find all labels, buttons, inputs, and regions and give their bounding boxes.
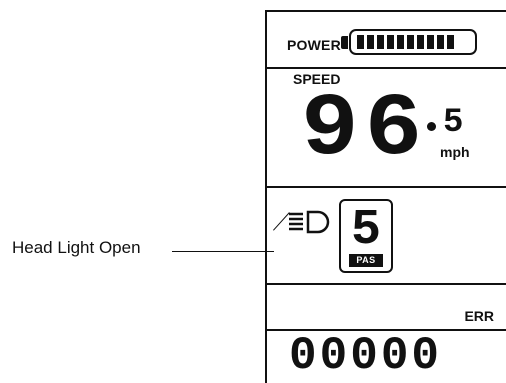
callout-leader-line xyxy=(172,251,274,252)
divider-pas-err xyxy=(267,283,506,285)
battery-cell xyxy=(357,35,364,49)
pas-level-box: 5 PAS xyxy=(339,199,393,273)
battery-terminal xyxy=(341,36,348,49)
head-light-icon xyxy=(289,210,330,234)
speed-decimal-point xyxy=(427,122,436,131)
pas-level: 5 xyxy=(350,202,381,259)
err-label: ERR xyxy=(464,308,494,324)
battery-cell xyxy=(367,35,374,49)
divider-speed-pas xyxy=(267,186,506,188)
err-code: 00000 xyxy=(289,330,443,382)
speed-decimal: 5 xyxy=(443,104,464,142)
speed-integer: 96 xyxy=(301,79,429,180)
head-light-callout-label: Head Light Open xyxy=(12,238,141,257)
battery-icon xyxy=(349,29,477,55)
divider-power-speed xyxy=(267,67,506,69)
pas-label: PAS xyxy=(349,254,383,267)
battery-cell xyxy=(397,35,404,49)
battery-cell xyxy=(447,35,454,49)
battery-cell xyxy=(407,35,414,49)
power-label: POWER xyxy=(287,37,341,53)
battery-cell xyxy=(437,35,444,49)
battery-cell xyxy=(427,35,434,49)
display-panel: POWER SPEED 96 5 mph 5 PAS ERR 00000 xyxy=(265,10,506,383)
speed-unit: mph xyxy=(440,144,470,160)
battery-cell xyxy=(387,35,394,49)
battery-cell xyxy=(417,35,424,49)
battery-cell xyxy=(377,35,384,49)
